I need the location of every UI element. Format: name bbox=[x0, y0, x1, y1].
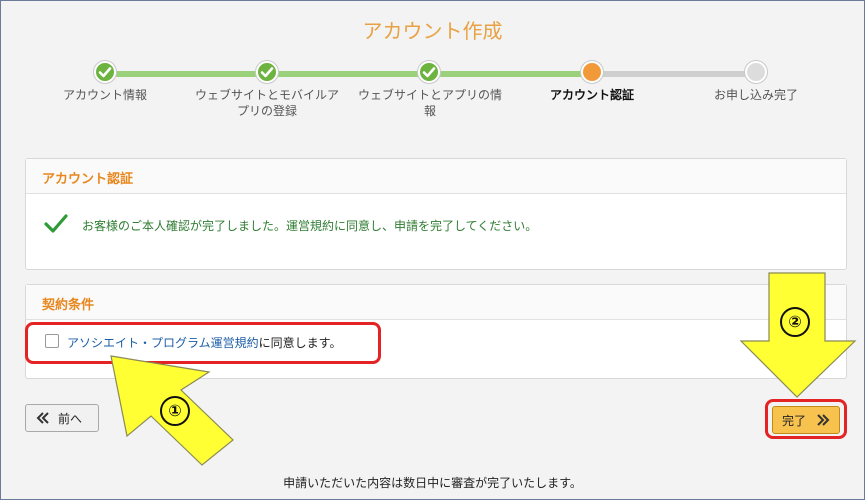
verification-panel-title: アカウント認証 bbox=[42, 172, 134, 187]
step-4-active-dot bbox=[581, 61, 603, 83]
progress-fill bbox=[105, 71, 592, 77]
verification-success-message: お客様のご本人確認が完了しました。運営規約に同意し、申請を完了してください。 bbox=[82, 219, 538, 233]
step-label-account-info: アカウント情報 bbox=[62, 88, 147, 102]
step-2-done-icon bbox=[256, 61, 278, 83]
agree-suffix: に同意します。 bbox=[258, 336, 342, 350]
annotation-marker-1: ① bbox=[160, 396, 190, 426]
terms-panel-header: 契約条件 bbox=[26, 285, 846, 320]
review-note: 申請いただいた内容は数日中に審査が完了いたします。 bbox=[283, 476, 582, 490]
annotation-marker-2: ② bbox=[780, 307, 810, 337]
step-label-complete: お申し込み完了 bbox=[713, 88, 798, 102]
step-label-site-app-info: ウェブサイトとアプリの情報 bbox=[357, 88, 502, 118]
double-chevron-right-icon bbox=[817, 414, 830, 426]
verification-panel-header: アカウント認証 bbox=[26, 159, 846, 194]
checkmark-icon bbox=[44, 214, 68, 233]
prev-button[interactable]: 前へ bbox=[25, 404, 99, 432]
agree-checkbox[interactable] bbox=[45, 334, 59, 348]
verification-panel: アカウント認証 お客様のご本人確認が完了しました。運営規約に同意し、申請を完了し… bbox=[25, 158, 847, 270]
terms-panel-title: 契約条件 bbox=[42, 298, 95, 313]
page-title: アカウント作成 bbox=[362, 19, 503, 43]
step-3-done-icon bbox=[418, 61, 440, 83]
finish-button-label: 完了 bbox=[781, 413, 806, 428]
step-1-done-icon bbox=[94, 61, 116, 83]
step-5-pending-dot bbox=[745, 61, 767, 83]
step-label-account-verification: アカウント認証 bbox=[549, 88, 634, 102]
step-label-site-app-registration: ウェブサイトとモバイルアプリの登録 bbox=[194, 88, 339, 118]
finish-button[interactable]: 完了 bbox=[772, 406, 840, 434]
page: アカウント作成 アカウント情報 ウェブサイトとモバイルアプリの登録 ウェブサイト… bbox=[0, 0, 865, 500]
double-chevron-left-icon bbox=[36, 412, 49, 424]
prev-button-label: 前へ bbox=[58, 411, 83, 426]
